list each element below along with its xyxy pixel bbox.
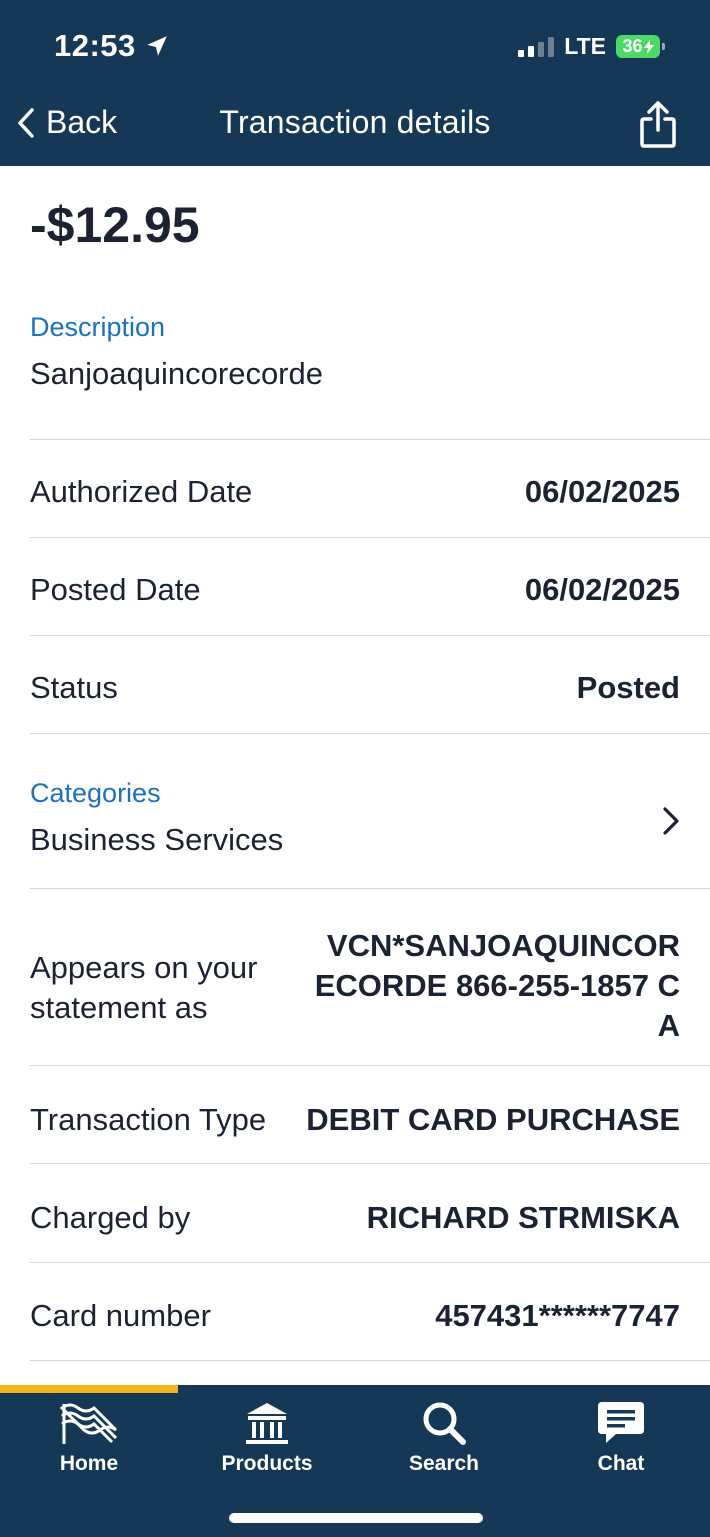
signal-icon: [518, 36, 555, 57]
charged-by-value: RICHARD STRMISKA: [366, 1200, 680, 1235]
posted-date-value: 06/02/2025: [524, 572, 680, 607]
active-tab-indicator: [0, 1385, 178, 1393]
divider: [30, 1163, 710, 1164]
share-button[interactable]: [638, 100, 678, 150]
statement-label: Appears on your statement as: [30, 950, 258, 1025]
divider: [30, 1360, 710, 1361]
transaction-type-value: DEBIT CARD PURCHASE: [306, 1102, 680, 1137]
home-flag-icon: [60, 1400, 118, 1446]
posted-date-row: Posted Date 06/02/2025: [30, 572, 680, 608]
description-label: Description: [30, 312, 166, 342]
card-number-row: Card number 457431******7747: [30, 1298, 680, 1334]
description-value: Sanjoaquincorecorde: [30, 356, 323, 391]
charging-bolt-icon: [643, 39, 654, 54]
share-icon: [640, 101, 676, 148]
status-indicators: LTE 36: [518, 33, 665, 60]
transaction-amount: -$12.95: [30, 197, 200, 253]
tab-products[interactable]: Products: [178, 1393, 356, 1483]
battery-level: 36: [622, 36, 643, 56]
tab-search[interactable]: Search: [355, 1393, 533, 1483]
card-number-value: 457431******7747: [435, 1298, 680, 1333]
home-indicator[interactable]: [229, 1513, 483, 1523]
posted-date-label: Posted Date: [30, 572, 201, 607]
transaction-details-screen: 12:53 LTE 36 Back Transaction details -$…: [0, 0, 710, 1537]
charged-by-row: Charged by RICHARD STRMISKA: [30, 1200, 680, 1236]
card-number-label: Card number: [30, 1298, 211, 1333]
search-icon: [415, 1400, 473, 1446]
transaction-type-label: Transaction Type: [30, 1102, 267, 1137]
tab-products-label: Products: [221, 1452, 313, 1475]
divider: [30, 733, 710, 734]
authorized-date-value: 06/02/2025: [524, 474, 680, 509]
divider: [30, 1262, 710, 1263]
status-value: Posted: [576, 670, 680, 705]
divider: [30, 635, 710, 636]
tab-search-label: Search: [408, 1452, 480, 1475]
tab-chat-label: Chat: [597, 1452, 645, 1475]
authorized-date-label: Authorized Date: [30, 474, 253, 509]
categories-value: Business Services: [30, 822, 284, 857]
divider: [30, 537, 710, 538]
page-title: Transaction details: [219, 104, 491, 140]
chevron-right-icon: [663, 807, 679, 835]
tab-chat[interactable]: Chat: [532, 1393, 710, 1483]
tab-home-label: Home: [59, 1452, 119, 1475]
status-time: 12:53: [54, 28, 170, 64]
divider: [30, 1065, 710, 1066]
divider: [30, 439, 710, 440]
location-arrow-icon: [147, 36, 167, 56]
charged-by-label: Charged by: [30, 1200, 191, 1235]
authorized-date-row: Authorized Date 06/02/2025: [30, 474, 680, 510]
divider: [30, 888, 710, 889]
statement-value: VCN*SANJOAQUINCORECORDE 866-255-1857 CA: [314, 928, 680, 1043]
transaction-type-row: Transaction Type DEBIT CARD PURCHASE: [30, 1102, 680, 1138]
chat-bubble-icon: [592, 1400, 650, 1446]
categories-label: Categories: [30, 778, 161, 808]
status-row: Status Posted: [30, 670, 680, 706]
bank-building-icon: [238, 1400, 296, 1446]
header: 12:53 LTE 36 Back Transaction details: [0, 0, 710, 166]
status-label: Status: [30, 670, 118, 705]
tab-home[interactable]: Home: [0, 1393, 178, 1483]
battery-icon: 36: [616, 35, 665, 58]
status-time-text: 12:53: [54, 28, 136, 63]
network-type: LTE: [564, 33, 606, 59]
